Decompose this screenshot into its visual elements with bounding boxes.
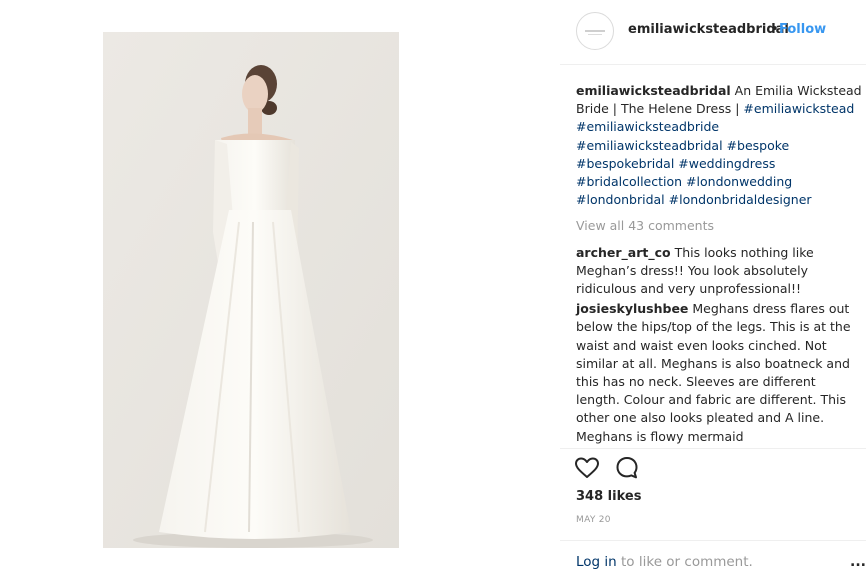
caption: emiliawicksteadbridal An Emilia Wickstea…: [576, 82, 862, 209]
likes-count[interactable]: 348 likes: [576, 489, 641, 504]
follow-button[interactable]: Follow: [779, 22, 826, 37]
comment-author[interactable]: archer_art_co: [576, 245, 671, 260]
bride-illustration: [103, 32, 399, 548]
post-header: emiliawicksteadbridal • Follow: [560, 0, 866, 64]
avatar[interactable]: [576, 12, 614, 50]
hashtag[interactable]: #emiliawicksteadbridal: [576, 138, 723, 153]
hashtag[interactable]: #bespokebridal: [576, 156, 674, 171]
comment-bubble-icon[interactable]: [614, 455, 640, 481]
hashtag[interactable]: #londonbridal: [576, 192, 665, 207]
avatar-logo-mark: [588, 34, 602, 35]
comments-section: emiliawicksteadbridal An Emilia Wickstea…: [576, 82, 862, 448]
login-prompt: Log in to like or comment.: [576, 554, 753, 570]
post-date: MAY 20: [576, 515, 611, 525]
hashtag[interactable]: #londonwedding: [686, 174, 792, 189]
caption-author[interactable]: emiliawicksteadbridal: [576, 83, 731, 98]
comment: josieskylushbee Meghans dress flares out…: [576, 300, 862, 446]
divider: [560, 448, 866, 449]
post-sidebar: emiliawicksteadbridal • Follow emiliawic…: [560, 0, 866, 587]
post-image[interactable]: [103, 32, 399, 548]
divider: [560, 540, 866, 541]
hashtag[interactable]: #emiliawickstead: [743, 101, 854, 116]
login-suffix: to like or comment.: [616, 554, 753, 570]
hashtag[interactable]: #emiliawicksteadbride: [576, 119, 719, 134]
login-link[interactable]: Log in: [576, 554, 617, 570]
divider: [560, 64, 866, 65]
avatar-logo-mark: [585, 30, 605, 32]
hashtag[interactable]: #londonbridaldesigner: [669, 192, 812, 207]
hashtag[interactable]: #bespoke: [727, 138, 790, 153]
hashtag[interactable]: #weddingdress: [678, 156, 775, 171]
comment-text: Meghans dress flares out below the hips/…: [576, 301, 851, 444]
comment: archer_art_co This looks nothing like Me…: [576, 244, 862, 299]
view-all-comments-link[interactable]: View all 43 comments: [576, 217, 862, 235]
heart-icon[interactable]: [574, 455, 600, 481]
more-options-button[interactable]: ...: [850, 554, 866, 570]
separator-dot: •: [771, 22, 779, 37]
author-handle[interactable]: emiliawicksteadbridal: [628, 22, 789, 37]
comment-author[interactable]: josieskylushbee: [576, 301, 688, 316]
hashtag[interactable]: #bridalcollection: [576, 174, 682, 189]
